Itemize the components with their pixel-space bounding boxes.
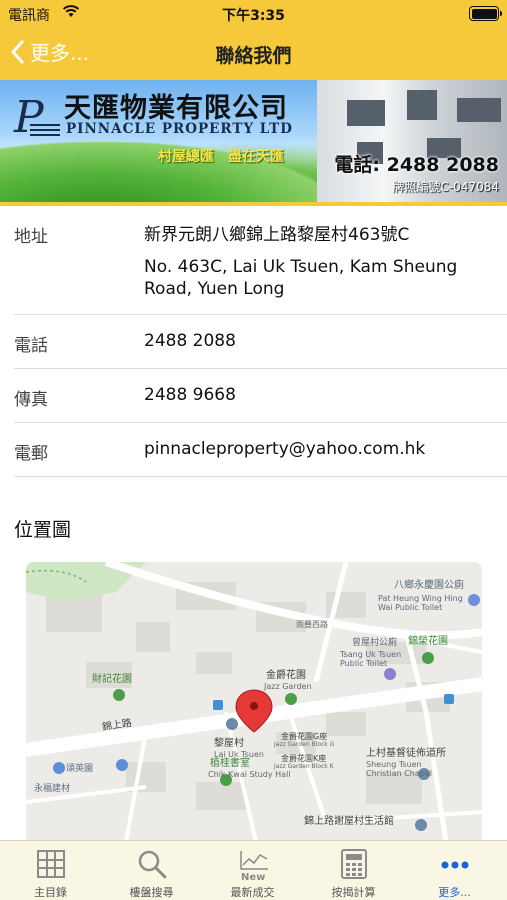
logo-lines: [30, 124, 60, 138]
tab-bar: 主目錄 樓盤搜尋 New 最新成交 按揭計算 更多...: [0, 840, 507, 900]
status-bar: 電訊商 下午3:35: [0, 0, 507, 28]
company-slogan: 村屋總匯 盡在天匯: [158, 149, 284, 165]
tab-label: 主目錄: [34, 886, 67, 899]
tab-main-menu[interactable]: 主目錄: [0, 841, 101, 900]
tab-more[interactable]: 更多...: [404, 841, 505, 900]
address-row: 地址 新界元朗八鄉錦上路黎屋村463號C No. 463C, Lai Uk Ts…: [14, 206, 507, 315]
map-label-ying: 頌英園: [66, 764, 94, 774]
tab-label: 最新成交: [230, 886, 275, 899]
map-label-jazz-k: 金爵花園K座: [281, 754, 327, 763]
map-label-park: 八鄉永慶園公廁: [394, 580, 464, 591]
email-label: 電郵: [14, 444, 48, 464]
phone-row[interactable]: 電話 2488 2088: [14, 315, 507, 369]
address-label: 地址: [14, 227, 48, 247]
more-icon: [441, 861, 469, 869]
fax-value: 2488 9668: [144, 385, 236, 405]
map-label-chapel-en1: Sheung Tsuen: [366, 760, 422, 769]
tab-label: 按揭計算: [331, 886, 376, 899]
address-en[interactable]: No. 463C, Lai Uk Tsuen, Kam Sheung Road,…: [144, 256, 501, 300]
map-label-wing-fuk: 永福建材: [34, 784, 71, 794]
grid-icon: [37, 850, 65, 878]
map-label-chapel: 上村基督徒佈道所: [366, 748, 446, 759]
nav-bar: 更多... 聯絡我們: [0, 28, 507, 80]
map-label-jazz-g-en: Jazz Garden Block G: [274, 741, 335, 748]
company-banner: P 天匯物業有限公司 PINNACLE PROPERTY LTD 村屋總匯 盡在…: [0, 80, 507, 202]
map-label-lai-uk: 黎屋村: [214, 738, 244, 749]
email-row[interactable]: 電郵 pinnacleproperty@yahoo.com.hk: [14, 423, 507, 477]
address-zh[interactable]: 新界元朗八鄉錦上路黎屋村463號C: [144, 220, 501, 245]
map-label-toilet: 曾屋村公廁: [352, 638, 398, 648]
calculator-icon: [341, 849, 367, 879]
status-time: 下午3:35: [222, 8, 285, 24]
contact-info: 地址 新界元朗八鄉錦上路黎屋村463號C No. 463C, Lai Uk Ts…: [0, 206, 507, 477]
battery-icon: [469, 6, 502, 21]
chart-new-icon: New: [240, 851, 268, 881]
map-label-chapel-en2: Christian Chapel: [366, 769, 432, 778]
license-number: 牌照編號C-047084: [392, 180, 499, 194]
map-label-park-en: Pat Heung Wing Hing Wai Public Toilet: [378, 594, 463, 613]
map-label-garden: 錦榮花園: [408, 636, 448, 647]
company-name-en: PINNACLE PROPERTY LTD: [66, 121, 293, 137]
fax-label: 傳真: [14, 390, 48, 410]
phone-value[interactable]: 2488 2088: [144, 331, 501, 351]
tab-label: 樓盤搜尋: [129, 886, 174, 899]
search-icon: [138, 850, 167, 879]
tab-label: 更多...: [438, 886, 471, 899]
tab-latest-transactions[interactable]: New 最新成交: [202, 841, 303, 900]
tab-property-search[interactable]: 樓盤搜尋: [101, 841, 202, 900]
header: 電訊商 下午3:35 更多... 聯絡我們: [0, 0, 507, 80]
map-section-title: 位置圖: [14, 519, 72, 541]
page-title: 聯絡我們: [215, 45, 292, 67]
map-label-jazz: 金爵花園: [266, 670, 306, 681]
map-label-jazz-g: 金爵花園G座: [281, 732, 328, 741]
map-label-choikee: 財記花園: [92, 674, 132, 685]
svg-text:New: New: [241, 872, 265, 881]
email-value[interactable]: pinnacleproperty@yahoo.com.hk: [144, 439, 501, 459]
map-label-hall: 錦上路謝屋村生活館: [304, 816, 394, 827]
map-label-study: 植桂書室: [210, 758, 250, 769]
company-name-zh: 天匯物業有限公司: [64, 93, 288, 124]
map-label-road: 雨豐西路: [296, 620, 328, 629]
banner-phone: 電話: 2488 2088: [334, 154, 499, 176]
fax-row: 傳真 2488 9668: [14, 369, 507, 423]
tab-mortgage-calculator[interactable]: 按揭計算: [303, 841, 404, 900]
map-label-toilet-en: Tsang Uk Tsuen Public Toilet: [340, 650, 402, 669]
map-label-jazz-en: Jazz Garden: [264, 682, 312, 691]
location-map[interactable]: 八鄉永慶園公廁 Pat Heung Wing Hing Wai Public T…: [26, 562, 482, 842]
phone-label: 電話: [14, 336, 48, 356]
map-label-study-en: Chik Kwai Study Hall: [208, 770, 291, 779]
